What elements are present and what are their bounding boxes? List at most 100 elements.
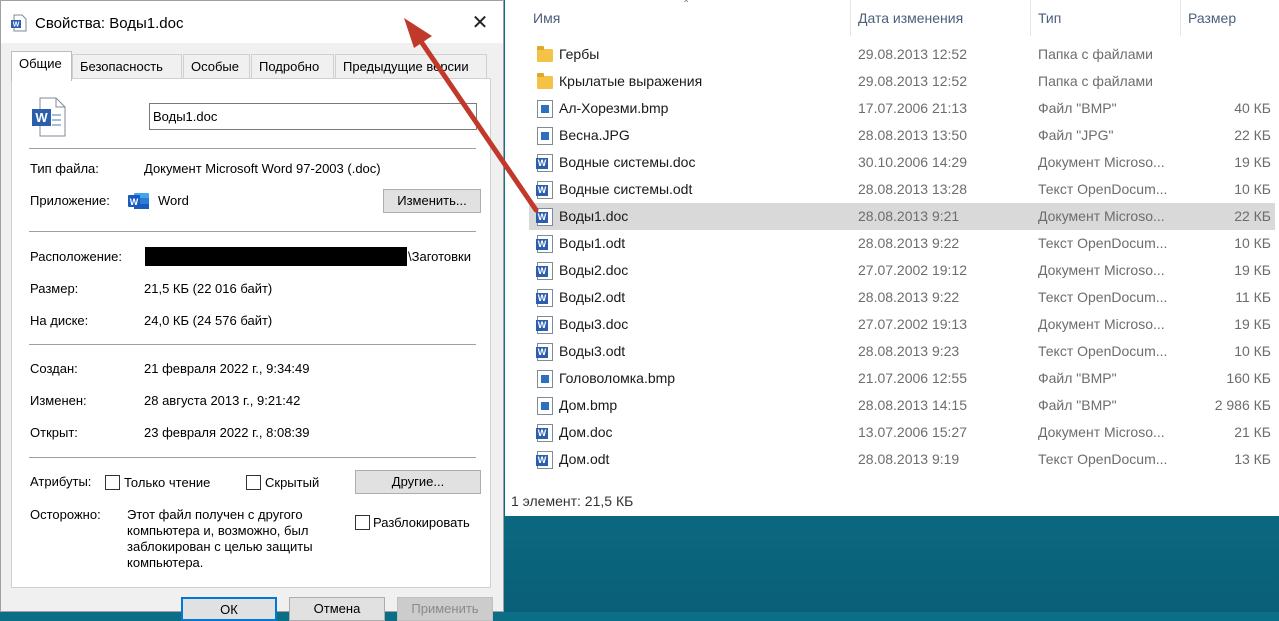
word-doc-icon: W xyxy=(32,97,66,137)
word-doc-icon: W xyxy=(11,14,27,32)
file-row[interactable]: Весна.JPG 28.08.2013 13:50 Файл "JPG" 22 КБ xyxy=(529,122,1275,149)
divider xyxy=(29,457,476,458)
ok-button[interactable]: ОК xyxy=(181,597,277,621)
file-size: 2 986 КБ xyxy=(1214,397,1271,413)
file-row[interactable]: Воды3.odt 28.08.2013 9:23 Текст OpenDocum.… xyxy=(529,338,1275,365)
readonly-checkbox[interactable] xyxy=(105,475,120,490)
file-row[interactable]: Воды1.doc 28.08.2013 9:21 Документ Microso… xyxy=(529,203,1275,230)
file-size: 10 КБ xyxy=(1234,235,1271,251)
file-name: Воды1.doc xyxy=(559,208,629,224)
divider xyxy=(29,148,476,149)
file-date: 27.07.2002 19:12 xyxy=(858,262,967,278)
file-type: Папка с файлами xyxy=(1038,46,1153,62)
folder-icon xyxy=(537,46,553,62)
location-label: Расположение: xyxy=(30,249,122,264)
file-date: 28.08.2013 9:22 xyxy=(858,289,960,305)
file-type: Текст OpenDocum... xyxy=(1038,289,1168,305)
properties-dialog: W Свойства: Воды1.doc ✕ Общие Безопаснос… xyxy=(0,0,504,621)
file-name-input[interactable] xyxy=(149,103,477,130)
file-row[interactable]: Головоломка.bmp 21.07.2006 12:55 Файл "BMP… xyxy=(529,365,1275,392)
file-date: 28.08.2013 13:50 xyxy=(858,127,967,143)
divider xyxy=(29,231,476,232)
size-label: Размер: xyxy=(30,281,79,296)
modified-value: 28 августа 2013 г., 9:21:42 xyxy=(144,393,301,408)
apply-button[interactable]: Применить xyxy=(397,597,493,621)
file-row[interactable]: Воды2.doc 27.07.2002 19:12 Документ Micros… xyxy=(529,257,1275,284)
advanced-attributes-button[interactable]: Другие... xyxy=(355,470,481,494)
file-row[interactable]: Гербы 29.08.2013 12:52 Папка с файлами xyxy=(529,41,1275,68)
file-type: Текст OpenDocum... xyxy=(1038,343,1168,359)
file-size: 13 КБ xyxy=(1234,451,1271,467)
file-type: Файл "JPG" xyxy=(1038,127,1114,143)
opened-label: Открыт: xyxy=(30,425,78,440)
file-name: Дом.bmp xyxy=(559,397,618,413)
column-header-date[interactable]: Дата изменения xyxy=(850,0,1030,36)
tab-security[interactable]: Безопасность xyxy=(72,54,182,79)
divider xyxy=(29,344,476,345)
cancel-button[interactable]: Отмена xyxy=(289,597,385,621)
file-name: Водные системы.odt xyxy=(559,181,693,197)
file-size xyxy=(1189,41,1271,68)
word-doc-icon xyxy=(536,235,553,253)
file-size: 19 КБ xyxy=(1234,154,1271,170)
unblock-checkbox[interactable] xyxy=(355,515,370,530)
file-size xyxy=(1189,68,1271,95)
explorer-window: ⌃ Имя Дата изменения Тип Размер Гербы 29.… xyxy=(505,0,1279,516)
file-row[interactable]: Воды3.doc 27.07.2002 19:13 Документ Micros… xyxy=(529,311,1275,338)
file-type: Текст OpenDocum... xyxy=(1038,235,1168,251)
readonly-label[interactable]: Только чтение xyxy=(124,475,210,490)
file-type-value: Документ Microsoft Word 97-2003 (.doc) xyxy=(144,161,381,176)
created-label: Создан: xyxy=(30,361,78,376)
file-row[interactable]: Дом.doc 13.07.2006 15:27 Документ Microso.… xyxy=(529,419,1275,446)
hidden-checkbox[interactable] xyxy=(246,475,261,490)
unblock-label[interactable]: Разблокировать xyxy=(373,515,470,530)
change-app-button[interactable]: Изменить... xyxy=(383,189,481,213)
file-row[interactable]: Ал-Хорезми.bmp 17.07.2006 21:13 Файл "BMP"… xyxy=(529,95,1275,122)
word-doc-icon xyxy=(536,181,553,199)
size-value: 21,5 КБ (22 016 байт) xyxy=(144,281,273,296)
column-header-size[interactable]: Размер xyxy=(1180,0,1279,36)
file-name: Дом.doc xyxy=(559,424,613,440)
word-doc-icon xyxy=(536,424,553,442)
file-type: Документ Microso... xyxy=(1038,316,1165,332)
word-doc-icon xyxy=(536,451,553,469)
hidden-label[interactable]: Скрытый xyxy=(265,475,319,490)
file-date: 29.08.2013 12:52 xyxy=(858,73,967,89)
word-doc-icon xyxy=(536,262,553,280)
tab-details[interactable]: Подробно xyxy=(251,54,334,79)
tab-general[interactable]: Общие xyxy=(11,51,72,81)
column-header-name[interactable]: Имя xyxy=(525,0,855,36)
on-disk-label: На диске: xyxy=(30,313,89,328)
tab-custom[interactable]: Особые xyxy=(183,54,250,79)
file-name: Головоломка.bmp xyxy=(559,370,676,386)
column-header-type[interactable]: Тип xyxy=(1030,0,1180,36)
file-row[interactable]: Дом.odt 28.08.2013 9:19 Текст OpenDocum...… xyxy=(529,446,1275,473)
file-row[interactable]: Воды2.odt 28.08.2013 9:22 Текст OpenDocum.… xyxy=(529,284,1275,311)
app-label: Приложение: xyxy=(30,193,110,208)
file-size: 10 КБ xyxy=(1234,181,1271,197)
file-row[interactable]: Водные системы.odt 28.08.2013 13:28 Текст … xyxy=(529,176,1275,203)
file-row[interactable]: Водные системы.doc 30.10.2006 14:29 Докуме… xyxy=(529,149,1275,176)
file-row[interactable]: Крылатые выражения 29.08.2013 12:52 Папка … xyxy=(529,68,1275,95)
file-name: Крылатые выражения xyxy=(559,73,703,89)
tab-previous-versions[interactable]: Предыдущие версии xyxy=(335,54,487,79)
file-date: 21.07.2006 12:55 xyxy=(858,370,967,386)
file-size: 40 КБ xyxy=(1234,100,1271,116)
svg-text:W: W xyxy=(130,197,139,207)
file-date: 27.07.2002 19:13 xyxy=(858,316,967,332)
file-type: Документ Microso... xyxy=(1038,424,1165,440)
file-size: 22 КБ xyxy=(1234,208,1271,224)
close-button[interactable]: ✕ xyxy=(457,1,503,43)
file-type: Файл "BMP" xyxy=(1038,100,1117,116)
on-disk-value: 24,0 КБ (24 576 байт) xyxy=(144,313,273,328)
dialog-titlebar[interactable]: W Свойства: Воды1.doc ✕ xyxy=(1,1,503,43)
file-row[interactable]: Воды1.odt 28.08.2013 9:22 Текст OpenDocum.… xyxy=(529,230,1275,257)
file-name: Воды2.doc xyxy=(559,262,629,278)
word-doc-icon xyxy=(536,208,553,226)
file-size: 11 КБ xyxy=(1235,289,1271,305)
word-doc-icon xyxy=(536,154,553,172)
attributes-label: Атрибуты: xyxy=(30,474,92,489)
caution-label: Осторожно: xyxy=(30,507,101,522)
file-type-label: Тип файла: xyxy=(30,161,99,176)
file-row[interactable]: Дом.bmp 28.08.2013 14:15 Файл "BMP" 2 986 К… xyxy=(529,392,1275,419)
